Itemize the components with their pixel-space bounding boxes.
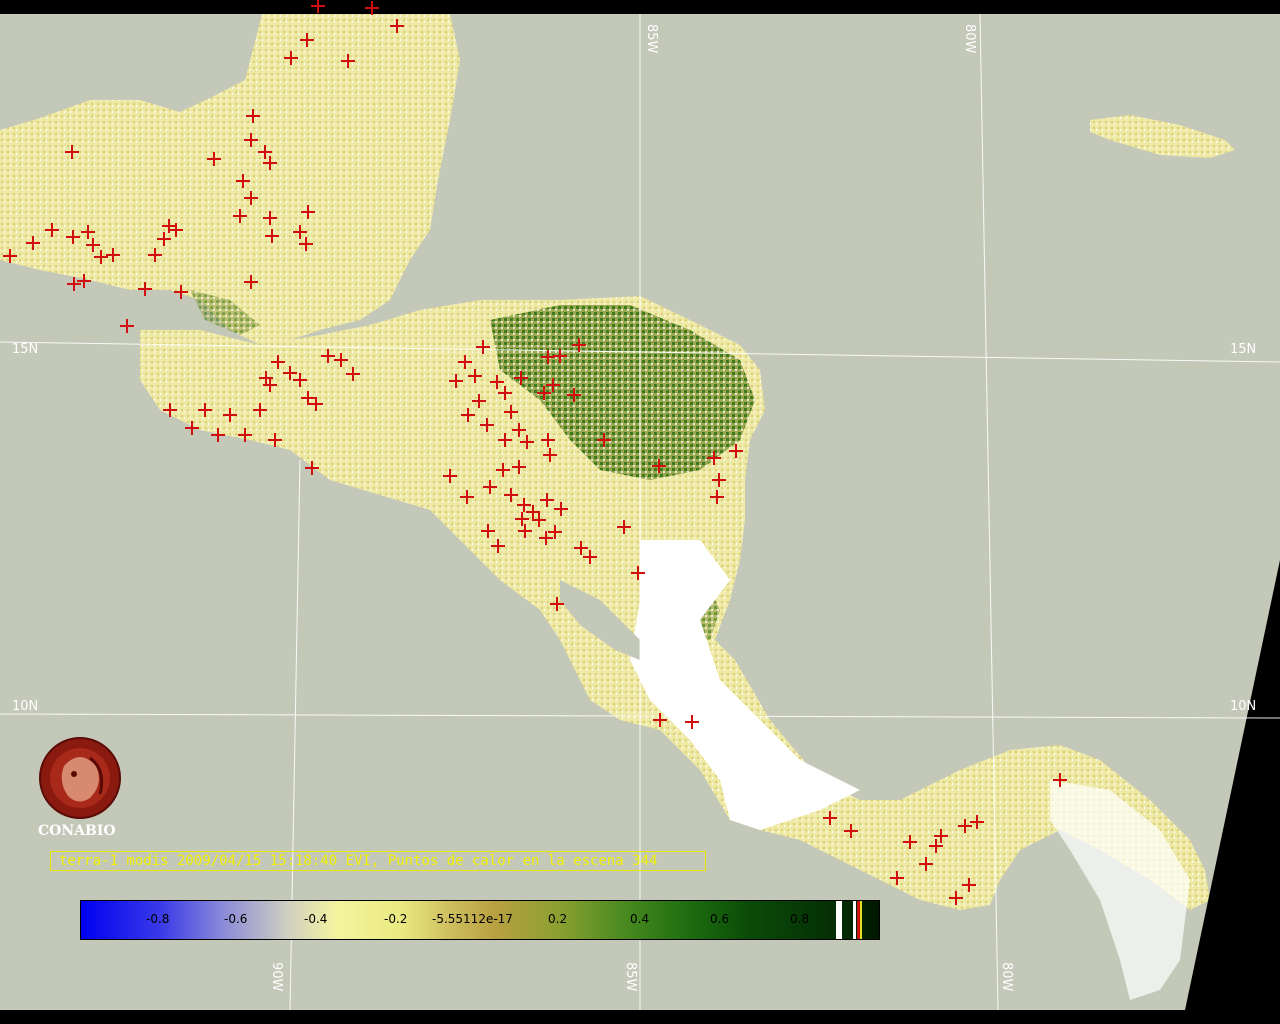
colorbar-tick: -0.4 — [304, 912, 328, 926]
no-data-corner — [1185, 560, 1280, 1010]
colorbar-tick: -0.2 — [384, 912, 408, 926]
colorbar-tick: -0.8 — [146, 912, 170, 926]
scene-caption: terra-1 modis 2009/04/15 15:18:40 EVI, P… — [50, 851, 706, 871]
map-canvas: { "grid": { "lon_top": ["85W", "80W"], "… — [0, 0, 1280, 1024]
hotspot-marker — [365, 1, 379, 15]
cloud-panama — [1050, 780, 1190, 1000]
colorbar-tick: 0.6 — [710, 912, 730, 926]
lat-label-right-10n: 10N — [1230, 699, 1257, 714]
colorbar-tick: 0.8 — [790, 912, 810, 926]
lon-label-bottom-80w: 80W — [999, 962, 1014, 992]
colorbar-marker-white-2 — [853, 901, 856, 939]
hotspot-marker — [311, 0, 325, 13]
lon-label-bottom-85w: 85W — [623, 962, 638, 992]
lat-label-right-15n: 15N — [1230, 342, 1257, 357]
colorbar-marker-white — [836, 901, 842, 939]
colorbar-marker-yellow — [860, 901, 862, 939]
colorbar-tick: -0.6 — [224, 912, 248, 926]
jamaica — [1090, 115, 1235, 158]
logo-name: CONABIO — [38, 823, 116, 839]
lon-label-top-85w: 85W — [644, 24, 659, 54]
landmass-north — [0, 14, 460, 345]
colorbar-tick: -5.55112e-17 — [432, 912, 513, 926]
colorbar-tick: 0.4 — [630, 912, 650, 926]
hotspot-marker — [67, 277, 81, 291]
lat-label-left-15n: 15N — [12, 342, 39, 357]
lon-label-bottom-90w: 90W — [269, 962, 284, 992]
hotspot-marker — [120, 319, 134, 333]
colorbar-tick: 0.2 — [548, 912, 568, 926]
bottom-black-border — [0, 1010, 1280, 1024]
lat-label-left-10n: 10N — [12, 699, 39, 714]
lon-label-top-80w: 80W — [962, 24, 977, 54]
